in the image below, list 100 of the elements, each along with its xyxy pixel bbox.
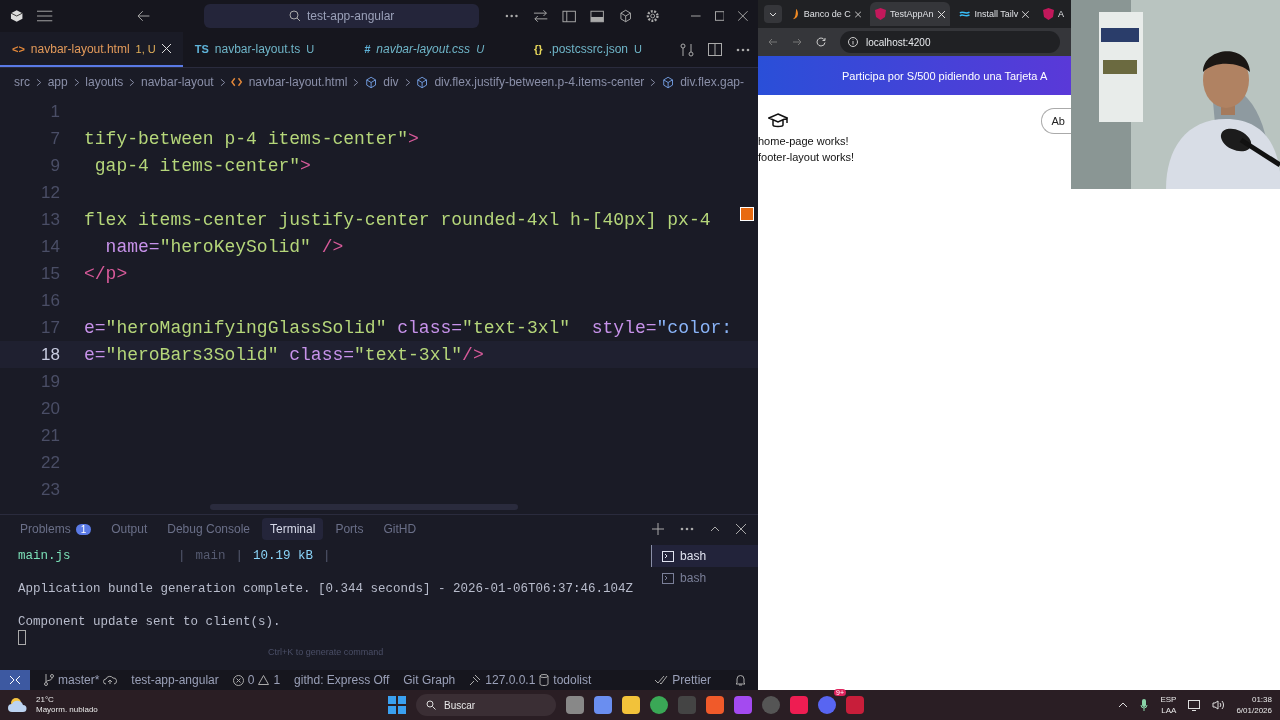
terminal-cursor: [18, 630, 26, 645]
split-editor-icon[interactable]: [707, 43, 722, 56]
graduation-cap-icon: [768, 112, 788, 130]
code-line: flex items-center justify-center rounded-4xl h-[40px] px-4: [84, 209, 711, 230]
forward-arrow-icon[interactable]: [792, 37, 802, 47]
breadcrumb[interactable]: navbar-layout.html: [248, 75, 348, 89]
line-number: 12: [40, 182, 60, 203]
reload-icon[interactable]: [816, 37, 826, 47]
back-arrow-icon[interactable]: [136, 10, 151, 22]
search-icon: [288, 10, 301, 22]
database-name[interactable]: todolist: [553, 673, 592, 687]
file-tab[interactable]: TS navbar-layout.ts U: [182, 32, 353, 67]
chat-app-icon[interactable]: [818, 696, 836, 714]
swap-arrows-icon[interactable]: [532, 9, 548, 23]
app-icon[interactable]: [566, 696, 584, 714]
keyboard-layout[interactable]: LAA: [1161, 705, 1177, 716]
temperature: 21°C: [36, 695, 55, 705]
add-icon[interactable]: [652, 523, 664, 535]
settings-icon[interactable]: [645, 9, 660, 23]
code-line: tify-between p-4 items-center">: [84, 128, 419, 149]
panel-tab[interactable]: Ports: [327, 518, 372, 540]
more-icon[interactable]: [735, 47, 750, 52]
panel-tab[interactable]: Debug Console: [159, 518, 258, 540]
code-line: e="heroMagnifyingGlassSolid" class="text-3xl" style="color:: [84, 317, 733, 338]
breadcrumb[interactable]: app: [47, 75, 68, 89]
panel-toggle-icon[interactable]: [590, 9, 605, 23]
chevron-up-icon[interactable]: [710, 526, 720, 532]
double-check-icon: [654, 675, 669, 685]
app-icon[interactable]: [790, 696, 808, 714]
app-logo-icon[interactable]: [10, 9, 24, 23]
color-swatch-icon: [740, 207, 754, 221]
prettier-status[interactable]: Prettier: [672, 673, 711, 687]
chevron-icon: [353, 77, 359, 87]
compare-icon[interactable]: [679, 42, 694, 57]
browser-tab[interactable]: A: [1038, 2, 1069, 26]
database-icon: [539, 674, 550, 686]
cloud-upload-icon[interactable]: [103, 675, 118, 685]
app-icon[interactable]: [734, 696, 752, 714]
terminal-text: 10.19 kB: [253, 548, 314, 563]
chevron-icon: [36, 77, 42, 87]
banner-text: Participa por S/500 pidiendo una Tarjeta A: [842, 69, 1048, 82]
line-number: 22: [40, 452, 60, 473]
close-icon[interactable]: [736, 524, 746, 534]
terminal-icon: [662, 550, 675, 562]
more-icon[interactable]: [505, 14, 519, 18]
browser-tab[interactable]: Banco de C: [786, 2, 866, 26]
search-field[interactable]: test-app-angular: [204, 4, 480, 28]
breadcrumb[interactable]: div.flex.gap-: [680, 75, 744, 89]
file-tab[interactable]: # navbar-layout.css U: [352, 32, 523, 67]
shield-icon: [1043, 8, 1054, 20]
clock-date[interactable]: 6/01/2026: [1236, 705, 1272, 716]
more-icon[interactable]: [680, 527, 694, 531]
terminal-text: |: [178, 548, 186, 563]
microphone-icon[interactable]: [1140, 699, 1149, 711]
breadcrumb[interactable]: div: [383, 75, 399, 89]
windows-icon[interactable]: [388, 696, 406, 714]
panel-tab[interactable]: Terminal: [262, 518, 324, 540]
chevron-icon: [219, 77, 226, 87]
app-icon[interactable]: [594, 696, 612, 714]
maximize-icon[interactable]: [714, 11, 725, 21]
terminal-icon: [662, 572, 675, 584]
warning-count[interactable]: 1: [273, 673, 281, 687]
browser-tab[interactable]: TestAppAn: [870, 2, 950, 26]
app-icon[interactable]: [650, 696, 668, 714]
monitor-icon[interactable]: [1188, 699, 1201, 711]
chevron-icon: [650, 77, 656, 87]
speaker-icon[interactable]: [1212, 700, 1225, 710]
sidebar-toggle-icon[interactable]: [561, 9, 577, 23]
browser-tab[interactable]: Install Tailv: [954, 2, 1034, 26]
project-name[interactable]: test-app-angular: [131, 673, 219, 687]
panel-tab[interactable]: GitHD: [375, 518, 425, 540]
breadcrumb[interactable]: layouts: [85, 75, 124, 89]
git-graph-link[interactable]: Git Graph: [403, 673, 456, 687]
clock-time[interactable]: 01:38: [1251, 694, 1272, 705]
code-file-icon: [231, 77, 243, 87]
app-icon[interactable]: [706, 696, 724, 714]
error-count[interactable]: 0: [247, 673, 255, 687]
bell-icon[interactable]: [735, 674, 746, 686]
menu-icon[interactable]: [37, 10, 53, 22]
githd-status[interactable]: githd: Express Off: [294, 673, 390, 687]
back-arrow-icon[interactable]: [768, 37, 778, 47]
terminal-text: Application bundle generation complete. [0.344 seconds] - 2026-01-06T06:37:46.104Z: [18, 581, 634, 596]
panel-tab[interactable]: Problems 1: [12, 518, 100, 540]
language[interactable]: ESP: [1160, 694, 1177, 705]
terminal-text: main: [195, 548, 226, 563]
search-field[interactable]: Buscar: [416, 694, 556, 716]
file-tab[interactable]: <> navbar-layout.html 1, U: [0, 32, 183, 67]
breadcrumb[interactable]: navbar-layout: [141, 75, 214, 89]
breadcrumb[interactable]: src: [14, 75, 30, 89]
folder-icon[interactable]: [622, 696, 640, 714]
error-icon: [232, 674, 244, 686]
cube-icon[interactable]: [618, 9, 632, 23]
branch-name[interactable]: master*: [58, 673, 100, 687]
address-bar[interactable]: localhost:4200: [840, 31, 1060, 53]
file-tab[interactable]: {} .postcssrc.json U: [522, 32, 680, 67]
terminal-item[interactable]: bash: [651, 545, 758, 567]
breadcrumb[interactable]: div.flex.justify-between.p-4.items-center: [434, 75, 645, 89]
terminal-item[interactable]: bash: [651, 567, 758, 589]
remote-button[interactable]: [0, 670, 30, 690]
host-address[interactable]: 127.0.0.1: [485, 673, 536, 687]
